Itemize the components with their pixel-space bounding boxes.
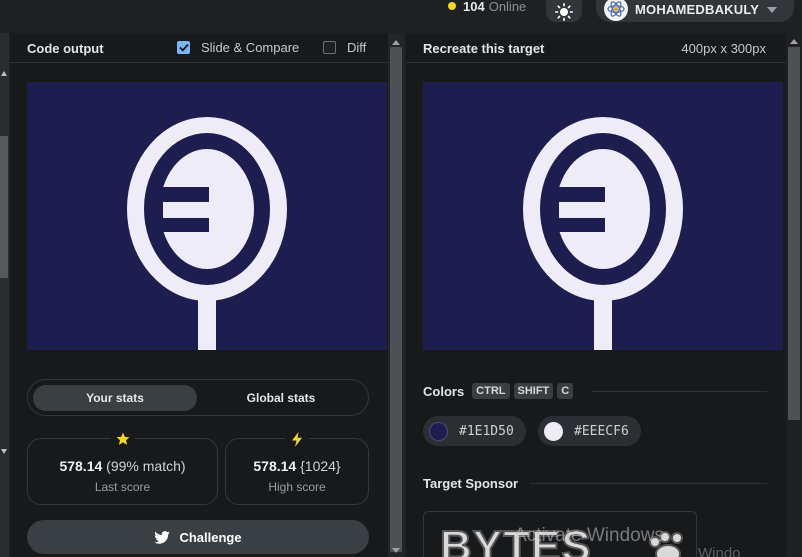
last-score-number: 578.14 <box>59 458 103 474</box>
theme-toggle-button[interactable] <box>546 0 582 22</box>
code-output-canvas[interactable] <box>27 82 387 350</box>
code-output-panel: Code output Slide & Compare Diff Your st… <box>10 33 388 557</box>
diff-checkbox[interactable] <box>323 41 336 54</box>
target-dimensions: 400px x 300px <box>681 41 766 56</box>
microphone-output-graphic <box>27 82 387 350</box>
last-score-card: 578.14 (99% match) Last score <box>27 430 218 505</box>
scroll-down-icon[interactable] <box>392 548 400 553</box>
color-dot-icon <box>429 421 448 441</box>
outer-scrollbar[interactable] <box>0 33 9 557</box>
scroll-up-icon[interactable] <box>1 71 7 76</box>
scroll-thumb[interactable] <box>390 47 402 552</box>
scroll-up-icon[interactable] <box>392 40 400 45</box>
tab-global-stats[interactable]: Global stats <box>199 385 363 411</box>
activate-windows-watermark: Activate Windows <box>514 525 664 546</box>
diff-label: Diff <box>347 40 367 55</box>
online-label: Online <box>488 0 527 14</box>
slide-compare-checkbox[interactable] <box>177 41 190 54</box>
scroll-thumb[interactable] <box>0 136 8 278</box>
user-menu-button[interactable]: MOHAMEDBAKULY <box>596 0 794 22</box>
lightning-icon <box>285 430 309 448</box>
target-panel: Recreate this target 400px x 300px Color… <box>406 33 786 557</box>
shortcut-key-c: C <box>557 383 574 399</box>
divider <box>530 483 767 484</box>
high-score-number: 578.14 <box>253 458 297 474</box>
colors-title: Colors <box>423 383 465 399</box>
top-bar: 104 Online MOHAMEDBAKULY <box>0 0 802 33</box>
target-title: Recreate this target <box>423 41 545 56</box>
page-scrollbar[interactable] <box>786 33 802 557</box>
high-score-label: High score <box>268 480 326 494</box>
color-dot-icon <box>544 421 563 441</box>
avatar <box>604 0 628 21</box>
scroll-up-icon[interactable] <box>790 39 798 44</box>
username: MOHAMEDBAKULY <box>635 1 760 17</box>
code-output-title: Code output <box>27 41 104 56</box>
target-header: Recreate this target 400px x 300px <box>406 33 786 63</box>
scroll-thumb[interactable] <box>788 47 800 420</box>
high-score-detail: {1024} <box>300 458 341 474</box>
high-score-value: 578.14 {1024} <box>226 458 368 474</box>
shortcut-key-ctrl: CTRL <box>472 383 510 399</box>
sponsor-section-header: Target Sponsor <box>423 476 767 491</box>
challenge-label: Challenge <box>179 529 242 545</box>
online-count: 104 <box>463 0 485 14</box>
microphone-target-graphic <box>423 82 783 350</box>
stats-toggle: Your stats Global stats <box>27 379 369 416</box>
divider <box>591 390 767 392</box>
twitter-icon <box>154 530 171 544</box>
last-score-value: 578.14 (99% match) <box>28 458 217 474</box>
sponsor-title: Target Sponsor <box>423 476 519 491</box>
online-indicator: 104 Online <box>448 0 527 14</box>
color-hex-2: #EEECF6 <box>574 423 629 439</box>
star-icon <box>110 430 135 448</box>
windows-watermark-fragment: Windo <box>698 545 741 557</box>
slide-compare-label: Slide & Compare <box>201 40 300 55</box>
color-hex-1: #1E1D50 <box>459 423 514 439</box>
color-swatch-1[interactable]: #1E1D50 <box>423 416 526 446</box>
target-canvas <box>423 82 783 350</box>
code-output-scrollbar[interactable] <box>388 33 404 557</box>
atom-icon <box>607 1 625 17</box>
online-dot-icon <box>448 2 456 10</box>
code-output-header: Code output Slide & Compare Diff <box>10 33 388 63</box>
scroll-down-icon[interactable] <box>1 449 7 454</box>
diff-toggle[interactable]: Diff <box>323 40 366 55</box>
slide-compare-toggle[interactable]: Slide & Compare <box>177 40 299 55</box>
color-swatch-2[interactable]: #EEECF6 <box>538 416 641 446</box>
high-score-card: 578.14 {1024} High score <box>225 430 369 505</box>
last-score-detail: (99% match) <box>106 458 186 474</box>
sun-icon <box>555 3 573 21</box>
challenge-button[interactable]: Challenge <box>27 520 369 554</box>
colors-section-header: Colors CTRL SHIFT C <box>423 383 767 399</box>
shortcut-key-shift: SHIFT <box>513 383 554 399</box>
chevron-down-icon <box>767 7 778 13</box>
tab-your-stats[interactable]: Your stats <box>33 385 197 411</box>
check-icon <box>178 43 189 52</box>
last-score-label: Last score <box>94 480 151 494</box>
